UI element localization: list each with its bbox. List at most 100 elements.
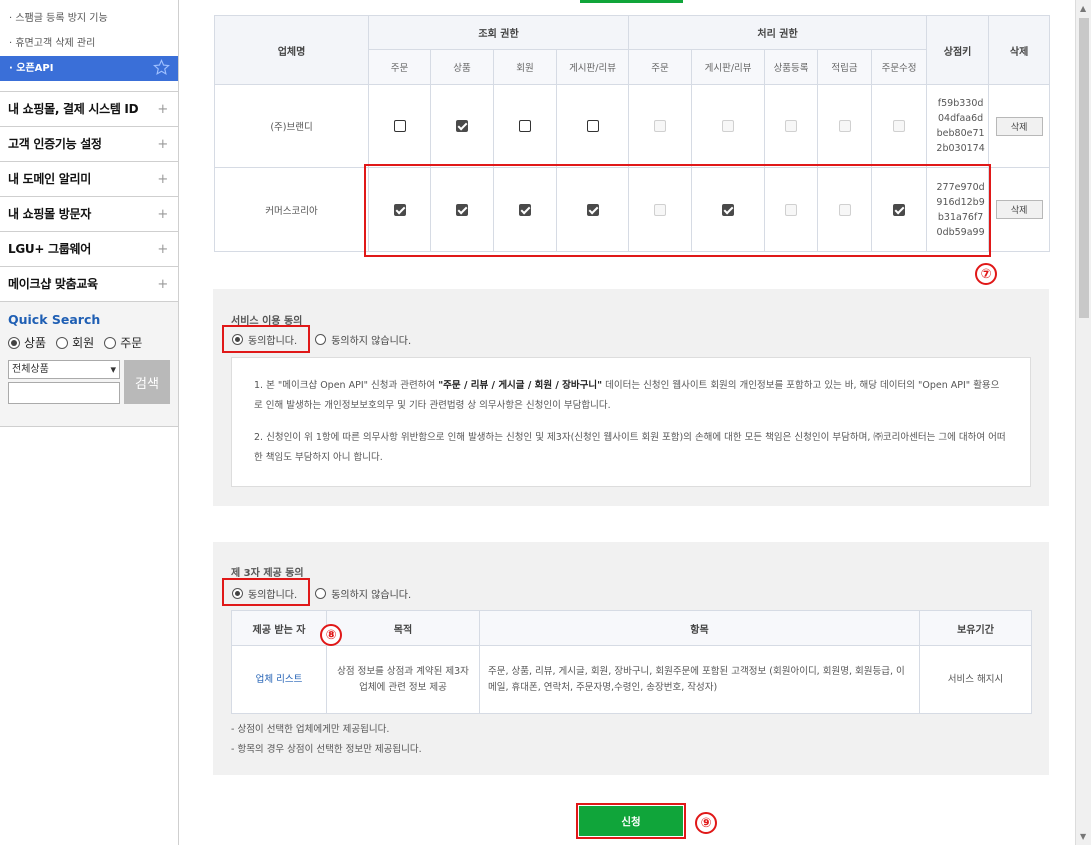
highlight-apply-button [576,803,686,839]
view-permission-checkbox[interactable] [456,120,468,132]
scroll-thumb[interactable] [1079,18,1089,318]
process-permission-checkbox[interactable] [893,120,906,132]
process-permission-cell [871,84,928,168]
step-marker-9: ⑨ [695,812,717,834]
col-period-header: 보유기간 [919,610,1032,646]
highlight-third-party-agree [222,578,310,606]
table-row: 업체 리스트 상점 정보를 상점과 계약된 제3자 업체에 관련 정보 제공 주… [231,645,1032,714]
col-purpose-header: 목적 [326,610,480,646]
process-permission-cell [817,84,873,168]
third-party-table: 제공 받는 자 목적 항목 보유기간 업체 리스트 상점 정보를 상점과 계약된… [231,610,1032,714]
col-process-order: 주문 [628,49,693,85]
quick-search-category-select[interactable]: 전체상품 [8,360,120,379]
delete-cell: 삭제 [988,167,1051,252]
shopkey-line: 04dfaa6d [938,113,984,124]
quick-search-fields: 전체상품 [8,360,120,404]
view-permission-checkbox[interactable] [519,120,531,132]
view-permission-checkbox[interactable] [393,120,406,132]
third-party-notes: - 상점이 선택한 업체에게만 제공됩니다. - 항목의 경우 상점이 선택한 … [231,720,422,760]
view-permission-checkbox[interactable] [586,120,599,132]
star-icon[interactable] [153,59,170,76]
col-view-order: 주문 [368,49,431,85]
quick-search-title: Quick Search [8,312,101,327]
table-row: (주)브랜디 f59b330d 04dfaa6d beb80e71 2b030174 삭제 [214,84,1051,168]
sidebar-sub-spam-prevention[interactable]: · 스팸글 등록 방지 기능 [0,6,178,31]
top-green-bar [580,0,683,3]
col-process-permission-header: 처리 권한 [628,15,928,50]
quick-search-form: 전체상품 검색 [8,360,170,404]
delete-button[interactable]: 삭제 [995,116,1043,136]
company-list-link[interactable]: 업체 리스트 [256,674,303,685]
sidebar-sub-dormant-customer[interactable]: · 휴면고객 삭제 관리 [0,31,178,56]
view-permission-cell [493,84,557,168]
sidebar-item-payment-id[interactable]: 내 쇼핑몰, 결제 시스템 ID + [0,92,178,127]
sidebar-item-label: LGU+ 그룹웨어 [8,242,91,256]
third-party-panel: 제 3자 제공 동의 동의합니다. 동의하지 않습니다. 제공 받는 자 목적 … [213,542,1049,775]
delete-button[interactable]: 삭제 [995,200,1043,219]
third-party-title: 제 3자 제공 동의 [231,568,304,579]
sidebar-item-groupware[interactable]: LGU+ 그룹웨어 + [0,232,178,267]
service-disagree-radio[interactable] [315,334,327,345]
plus-icon: + [157,242,168,257]
company-cell: (주)브랜디 [214,84,369,168]
col-shopkey-header: 상점키 [926,15,990,85]
process-permission-cell [628,84,693,168]
sidebar-item-domain-alert[interactable]: 내 도메인 알리미 + [0,162,178,197]
sidebar-item-label: 고객 인증기능 설정 [8,137,102,151]
process-permission-cell [764,84,819,168]
sidebar-menu-list: 내 쇼핑몰, 결제 시스템 ID + 고객 인증기능 설정 + 내 도메인 알리미 +… [0,91,178,302]
process-permission-checkbox[interactable] [722,120,735,132]
quick-search-options: 상품 회원 주문 [8,334,170,351]
vertical-scrollbar[interactable]: ▲ ▼ [1075,0,1091,845]
items-cell: 주문, 상품, 리뷰, 게시글, 회원, 장바구니, 회원주문에 포함된 고객정… [479,645,920,714]
shopkey-line: 2b030174 [936,143,985,154]
process-permission-checkbox[interactable] [785,120,798,132]
radio-order-label: 주문 [120,336,143,350]
view-permission-cell [368,84,431,168]
shopkey-line: f59b330d [937,98,984,109]
col-company-header: 업체명 [214,15,369,85]
sidebar-sub-open-api[interactable]: · 오픈API [0,56,178,81]
radio-member[interactable] [56,336,69,349]
view-permission-cell [555,84,630,168]
col-view-member: 회원 [493,49,557,85]
service-terms-box: 1. 본 "메이크샵 Open API" 신청과 관련하여 "주문 / 리뷰 /… [231,357,1031,487]
sidebar-item-customer-auth[interactable]: 고객 인증기능 설정 + [0,127,178,162]
third-party-disagree-radio[interactable] [315,588,327,599]
radio-order[interactable] [104,336,117,349]
sidebar: · 스팸글 등록 방지 기능 · 휴면고객 삭제 관리 · 오픈API 내 쇼핑… [0,0,179,845]
plus-icon: + [157,172,168,187]
scroll-up-icon[interactable]: ▲ [1080,4,1086,13]
scroll-down-icon[interactable]: ▼ [1080,832,1086,841]
process-permission-cell [691,84,766,168]
plus-icon: + [157,137,168,152]
radio-product-label: 상품 [24,336,47,350]
sidebar-sub-open-api-label: · 오픈API [9,63,54,74]
plus-icon: + [157,102,168,117]
radio-member-label: 회원 [72,336,95,350]
highlight-service-agree [222,325,310,353]
radio-product[interactable] [8,336,20,349]
delete-cell: 삭제 [988,84,1051,168]
view-permission-cell [430,84,494,168]
third-party-disagree-label: 동의하지 않습니다. [331,590,412,601]
shopkey-line: beb80e71 [936,128,985,139]
company-cell: 커머스코리아 [214,167,369,252]
quick-search-input[interactable] [8,382,120,404]
third-party-note-1: - 상점이 선택한 업체에게만 제공됩니다. [231,724,390,735]
service-agreement-panel: 서비스 이용 동의 동의합니다. 동의하지 않습니다. 1. 본 "메이크샵 O… [213,289,1049,506]
col-process-points: 적립금 [817,49,873,85]
col-view-product: 상품 [430,49,494,85]
quick-search: Quick Search 상품 회원 주문 전체상품 검색 [0,302,178,427]
shopkey-cell: f59b330d 04dfaa6d beb80e71 2b030174 [926,84,990,168]
sidebar-item-visitors[interactable]: 내 쇼핑몰 방문자 + [0,197,178,232]
process-permission-checkbox[interactable] [838,120,851,132]
purpose-cell: 상점 정보를 상점과 계약된 제3자 업체에 관련 정보 제공 [326,645,480,714]
process-permission-checkbox[interactable] [654,120,667,132]
service-term-1: 1. 본 "메이크샵 Open API" 신청과 관련하여 "주문 / 리뷰 /… [254,376,1008,416]
col-recipient-header: 제공 받는 자 [231,610,327,646]
quick-search-button[interactable]: 검색 [124,360,170,404]
highlight-row-commercekorea [364,164,991,257]
sidebar-item-label: 메이크샵 맞춤교육 [8,277,98,291]
sidebar-item-education[interactable]: 메이크샵 맞춤교육 + [0,267,178,302]
